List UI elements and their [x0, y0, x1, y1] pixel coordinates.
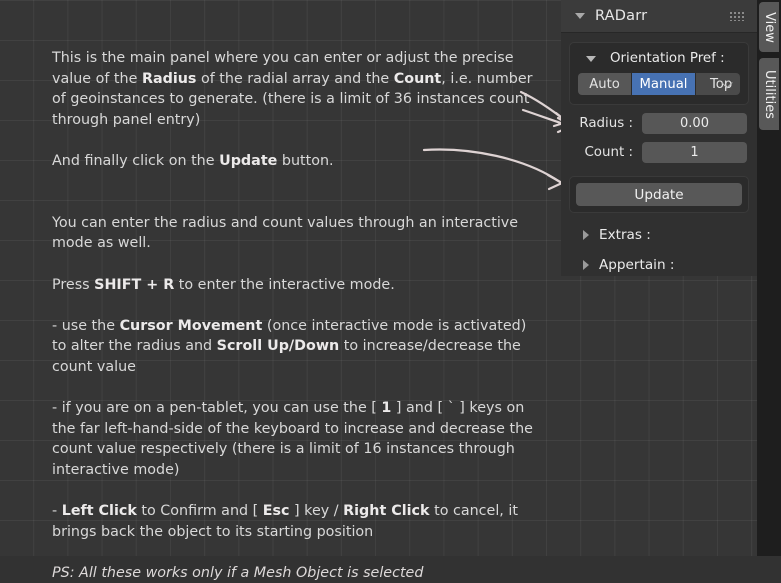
triangle-down-icon[interactable]: [586, 55, 596, 62]
count-field-row: Count : 1: [571, 142, 747, 163]
update-button-container: Update: [569, 176, 749, 213]
p2-bold-update: Update: [219, 152, 278, 169]
p5-bold-cursor-movement: Cursor Movement: [119, 317, 263, 334]
p1-bold-radius: Radius: [141, 70, 197, 87]
radarr-panel: RADarr Orientation Pref : Auto Manual To…: [561, 0, 757, 276]
orientation-pref-header[interactable]: Orientation Pref :: [580, 51, 740, 66]
appertain-label: Appertain :: [599, 257, 675, 273]
p2-seg-c: button.: [277, 152, 334, 169]
vertical-tab-utilities-label: Utilities: [761, 69, 777, 119]
orientation-mode-segmented-control: Auto Manual Top: [578, 73, 740, 95]
p7-bold-left-click: Left Click: [61, 503, 137, 520]
instruction-paragraph-4: Press SHIFT + R to enter the interactive…: [52, 275, 534, 296]
spacer-2b: [52, 192, 534, 213]
p7-seg-a: -: [52, 503, 62, 520]
panel-title: RADarr: [595, 8, 648, 24]
instruction-paragraph-7: - Left Click to Confirm and [ Esc ] key …: [52, 501, 534, 542]
orientation-pref-box: Orientation Pref : Auto Manual Top: [569, 42, 749, 105]
radius-field-row: Radius : 0.00: [571, 113, 747, 134]
p5-bold-scroll: Scroll Up/Down: [216, 338, 340, 355]
instruction-paragraph-5: - use the Cursor Movement (once interact…: [52, 316, 534, 378]
screen-root: This is the main panel where you can ent…: [0, 0, 781, 581]
instruction-paragraph-1: This is the main panel where you can ent…: [52, 48, 534, 130]
p4-seg-a: Press: [52, 276, 95, 293]
p4-bold-shortcut: SHIFT + R: [94, 276, 175, 293]
orientation-option-auto[interactable]: Auto: [578, 73, 632, 95]
panel-header[interactable]: RADarr: [561, 0, 757, 33]
vertical-tab-view[interactable]: View: [759, 2, 779, 52]
extras-label: Extras :: [599, 227, 651, 243]
p5-seg-a: - use the: [52, 317, 120, 334]
instruction-postscript: PS: All these works only if a Mesh Objec…: [52, 564, 424, 581]
count-label: Count :: [584, 145, 633, 160]
p4-seg-c: to enter the interactive mode.: [174, 276, 395, 293]
p1-bold-count: Count: [393, 70, 442, 87]
instruction-paragraph-3: You can enter the radius and count value…: [52, 214, 519, 252]
p6-seg-a: - if you are on a pen-tablet, you can us…: [52, 400, 382, 417]
count-field[interactable]: 1: [642, 142, 747, 163]
triangle-down-icon[interactable]: [575, 13, 585, 19]
triangle-right-icon[interactable]: [583, 260, 589, 270]
orientation-pref-title: Orientation Pref :: [610, 51, 725, 66]
radius-label: Radius :: [579, 116, 633, 131]
vertical-tab-view-label: View: [761, 11, 777, 43]
instructions-text-block: This is the main panel where you can ent…: [52, 48, 534, 583]
orientation-axis-dropdown[interactable]: Top: [696, 73, 740, 95]
instruction-paragraph-2: And finally click on the Update button.: [52, 151, 534, 172]
vertical-tab-utilities[interactable]: Utilities: [759, 58, 779, 130]
appertain-section-row[interactable]: Appertain :: [583, 257, 757, 273]
extras-section-row[interactable]: Extras :: [583, 227, 757, 243]
p7-bold-right-click: Right Click: [343, 503, 430, 520]
instruction-paragraph-6: - if you are on a pen-tablet, you can us…: [52, 398, 534, 480]
p1-seg-c: of the radial array and the: [196, 70, 394, 87]
p7-bold-esc: Esc: [262, 503, 290, 520]
triangle-right-icon[interactable]: [583, 230, 589, 240]
orientation-option-manual[interactable]: Manual: [632, 73, 696, 95]
p7-seg-e: ] key /: [289, 503, 344, 520]
p6-bold-key-one: 1: [381, 400, 392, 417]
p7-seg-c: to Confirm and [: [136, 503, 263, 520]
p2-seg-a: And finally click on the: [52, 152, 220, 169]
radius-field[interactable]: 0.00: [642, 113, 747, 134]
update-button[interactable]: Update: [576, 183, 742, 206]
grip-dots-icon[interactable]: [729, 11, 745, 21]
